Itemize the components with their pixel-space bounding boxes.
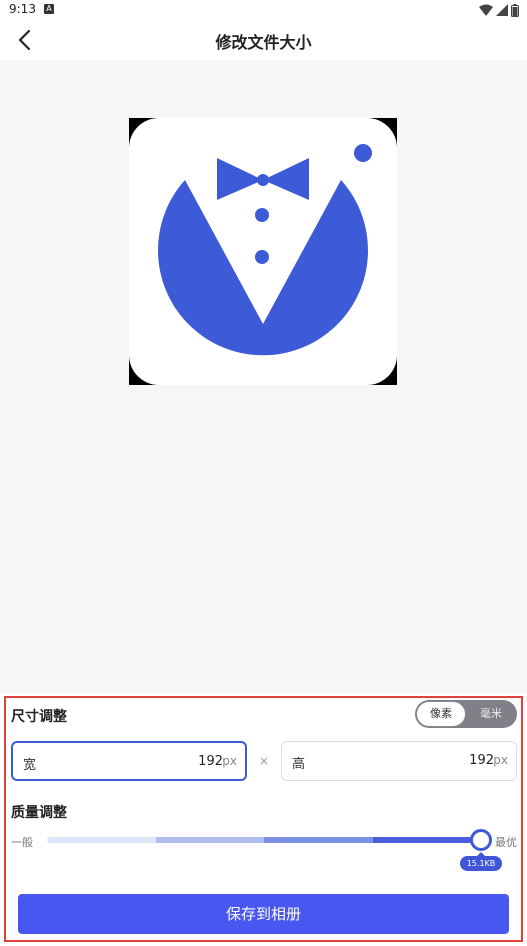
quality-segment <box>47 837 156 843</box>
size-section-title: 尺寸调整 <box>11 709 67 725</box>
file-size-badge: 15.1KB <box>460 852 502 871</box>
quality-min-label: 一般 <box>11 836 33 849</box>
battery-icon <box>511 3 519 17</box>
height-field[interactable]: 高 192 px <box>281 741 517 781</box>
width-field[interactable]: 宽 192 px <box>11 741 247 781</box>
preview-image <box>129 118 397 385</box>
unit-toggle[interactable]: 像素 毫米 <box>415 700 517 728</box>
height-value: 192 <box>469 753 494 768</box>
page-title: 修改文件大小 <box>215 33 312 52</box>
quality-section-title: 质量调整 <box>11 805 67 821</box>
quality-segment <box>372 837 481 843</box>
height-label: 高 <box>292 757 306 772</box>
quality-segment <box>155 837 264 843</box>
dimension-separator: × <box>259 754 270 768</box>
quality-segment <box>264 837 373 843</box>
width-unit: px <box>222 754 237 768</box>
status-icons <box>479 3 519 17</box>
app-bar: 修改文件大小 <box>0 20 527 60</box>
signal-icon <box>496 4 508 16</box>
quality-slider-track[interactable] <box>47 837 481 843</box>
notification-icon: A <box>44 4 54 14</box>
status-time: 9:13 <box>9 2 36 16</box>
unit-mm-option[interactable]: 毫米 <box>466 701 516 727</box>
preview-area <box>0 60 527 694</box>
quality-max-label: 最优 <box>495 836 517 849</box>
save-to-album-button[interactable]: 保存到相册 <box>18 894 509 934</box>
settings-panel: 尺寸调整 像素 毫米 宽 192 px × 高 192 px 质量调整 一般 最… <box>4 696 523 942</box>
quality-slider-thumb[interactable] <box>470 829 492 851</box>
unit-pixel-option[interactable]: 像素 <box>416 701 466 727</box>
width-label: 宽 <box>23 758 37 773</box>
width-value: 192 <box>198 754 223 769</box>
height-unit: px <box>493 753 508 767</box>
status-bar: 9:13 A <box>0 0 527 20</box>
wifi-icon <box>479 4 493 16</box>
